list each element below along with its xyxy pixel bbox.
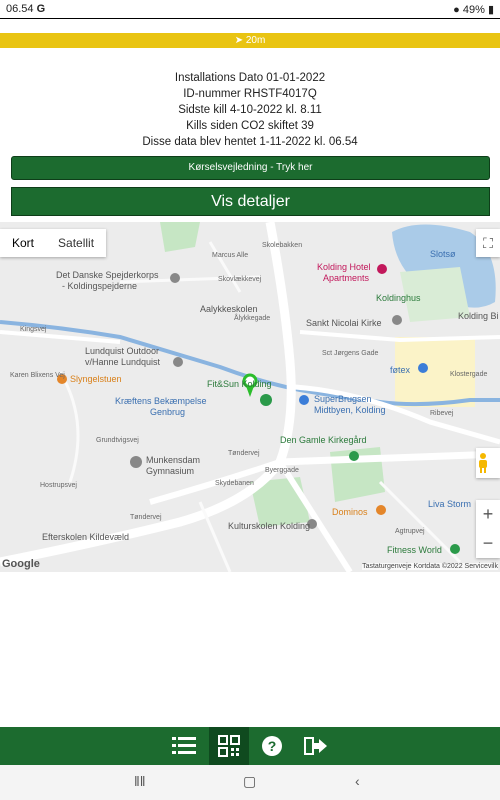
kills-since-co2: Kills siden CO2 skiftet 39	[186, 120, 314, 132]
street-label: Agtrupvej	[395, 528, 425, 535]
street-label: Byerggade	[265, 467, 299, 474]
poi-pin	[130, 456, 142, 468]
street-label: Hostrupsvej	[40, 482, 77, 489]
street-label: Skovlækkevej	[218, 276, 262, 283]
street-label: Tøndervej	[130, 514, 162, 521]
street-label: Klostergade	[450, 371, 488, 378]
list-icon[interactable]	[164, 727, 204, 765]
poi-pin	[392, 315, 402, 325]
status-bar: 06.54 G ● 49% ▮	[0, 0, 500, 18]
map-label: Midtbyen, Kolding	[314, 405, 386, 415]
carrier-icon: G	[36, 3, 46, 15]
poi-pin	[418, 363, 428, 373]
show-details-button[interactable]: Vis detaljer	[11, 187, 490, 216]
qr-code-icon[interactable]	[209, 727, 249, 765]
zoom-in-button[interactable]: +	[476, 500, 500, 529]
directions-button[interactable]: Kørselsvejledning - Tryk her	[11, 156, 490, 180]
wifi-icon: ●	[453, 4, 460, 16]
map-label: Slyngelstuen	[70, 374, 122, 384]
poi-pin	[349, 451, 359, 461]
data-fetched: Disse data blev hentet 1-11-2022 kl. 06.…	[142, 136, 358, 148]
poi-pin	[377, 264, 387, 274]
street-label: Sct Jørgens Gade	[322, 350, 379, 357]
map-type-map-button[interactable]: Kort	[0, 229, 46, 257]
poi-pin	[450, 544, 460, 554]
map-label: Apartments	[323, 273, 370, 283]
system-nav-bar: ‖‖ ▢ ‹	[0, 765, 500, 800]
map-label: Gymnasium	[146, 466, 195, 476]
map-label: v/Hanne Lundquist	[85, 357, 161, 367]
map-label: Efterskolen Kildevæld	[42, 532, 130, 542]
navigation-arrow-icon: ➤	[234, 35, 244, 46]
street-label: Ålykkegade	[234, 315, 271, 322]
distance-bar: ➤ 20m	[0, 33, 500, 48]
map-view[interactable]: Det Danske Spejderkorps - Koldingspejder…	[0, 222, 500, 572]
back-icon[interactable]: ‹	[355, 773, 360, 789]
battery-icon: ▮	[487, 4, 494, 16]
fullscreen-icon[interactable]: ⛶	[476, 229, 500, 257]
map-type-control: Kort Satellit	[0, 229, 107, 257]
street-label: Marcus Alle	[212, 252, 249, 259]
divider	[0, 18, 500, 32]
id-number: ID-nummer RHSTF4017Q	[183, 88, 317, 100]
map-label: Munkensdam	[146, 455, 201, 465]
street-label: Karen Blixens Vej	[10, 372, 65, 379]
poi-pin	[173, 357, 183, 367]
pegman-icon[interactable]	[476, 448, 500, 478]
map-attribution[interactable]: Tastaturgenveje Kortdata ©2022 Servicevi…	[362, 563, 498, 570]
map-label: Kolding Bi	[458, 311, 499, 321]
bottom-nav: ?	[0, 727, 500, 765]
trap-info: Installations Dato 01-01-2022 ID-nummer …	[0, 70, 500, 150]
map-label: Kulturskolen Kolding	[228, 521, 311, 531]
map-label: Sankt Nicolai Kirke	[306, 318, 382, 328]
poi-pin	[376, 505, 386, 515]
park-shape	[160, 222, 200, 252]
help-icon[interactable]: ?	[252, 727, 292, 765]
recent-apps-icon[interactable]: ‖‖	[134, 773, 146, 789]
street-label: Grundtvigsvej	[96, 437, 139, 444]
map-label: Koldinghus	[376, 293, 421, 303]
street-label: Tøndervej	[228, 450, 260, 457]
poi-pin	[260, 394, 272, 406]
logout-icon[interactable]	[296, 727, 336, 765]
map-type-satellite-button[interactable]: Satellit	[46, 229, 106, 257]
poi-pin	[299, 395, 309, 405]
distance-text: 20m	[245, 35, 266, 46]
zoom-out-button[interactable]: −	[476, 529, 500, 558]
battery-level: 49%	[462, 4, 485, 16]
map-label: Liva Storm	[428, 499, 472, 509]
map-label: Fitness World	[387, 545, 442, 555]
street-label: Skolebakken	[262, 242, 303, 249]
map-label: føtex	[390, 365, 411, 375]
home-icon[interactable]: ▢	[243, 773, 256, 790]
google-logo: Google	[2, 558, 40, 570]
map-label: Kolding Hotel	[317, 262, 371, 272]
last-kill: Sidste kill 4-10-2022 kl. 8.11	[178, 104, 322, 116]
zoom-control: + −	[476, 500, 500, 558]
svg-text:?: ?	[268, 738, 277, 754]
install-date: Installations Dato 01-01-2022	[174, 72, 326, 84]
status-time: 06.54 G	[6, 3, 46, 15]
road-shape	[299, 330, 500, 343]
map-label: Genbrug	[150, 407, 186, 417]
road-shape	[279, 450, 500, 466]
street-label: Kingsvej	[20, 326, 47, 333]
street-label: Ribevej	[430, 410, 454, 417]
map-label: Lundquist Outdoor	[85, 346, 160, 356]
map-label: Slotsø	[430, 249, 456, 259]
map-label: Den Gamle Kirkegård	[280, 435, 367, 445]
status-right: ● 49% ▮	[453, 3, 494, 16]
map-label: Kræftens Bekæmpelse	[115, 396, 207, 406]
poi-pin	[170, 273, 180, 283]
map-label: Fit&Sun Kolding	[207, 379, 272, 389]
map-label: Aalykkeskolen	[200, 304, 258, 314]
street-label: Skydebanen	[215, 480, 254, 487]
map-label: - Koldingspejderne	[62, 281, 138, 291]
map-label: Det Danske Spejderkorps	[56, 270, 159, 280]
map-label: SuperBrugsen	[314, 394, 372, 404]
map-label: Dominos	[332, 507, 368, 517]
